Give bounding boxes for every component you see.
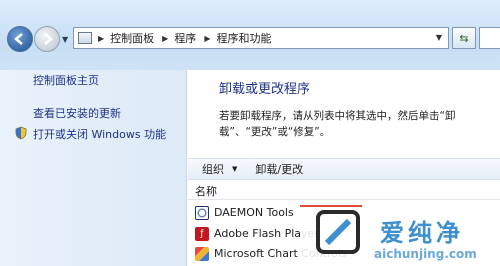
refresh-icon: ⇆: [459, 31, 469, 45]
arrow-left-icon: [14, 33, 23, 45]
breadcrumb-control-panel[interactable]: ▶ 控制面板: [98, 30, 154, 46]
watermark-accent: [300, 205, 362, 207]
control-panel-home-link[interactable]: 控制面板主页: [33, 72, 99, 88]
forward-button[interactable]: [34, 26, 60, 52]
organize-button[interactable]: 组织 ▼: [202, 161, 237, 177]
flash-icon: ƒ: [195, 226, 209, 241]
left-pane: 控制面板主页 查看已安装的更新 打开或关闭 Windows 功能: [0, 70, 187, 266]
address-bar[interactable]: ▶ 控制面板 ▶ 程序 ▶ 程序和功能 ▼: [73, 27, 449, 49]
chart-icon: [195, 246, 209, 261]
search-input[interactable]: [479, 27, 500, 49]
chevron-right-icon: ▶: [204, 33, 211, 43]
daemon-tools-icon: [195, 205, 209, 220]
windows-features-link[interactable]: 打开或关闭 Windows 功能: [33, 126, 166, 142]
command-bar: 组织 ▼ 卸载/更改: [188, 158, 500, 180]
breadcrumb-programs-features[interactable]: ▶ 程序和功能: [204, 30, 271, 46]
address-toolbar: ▼ ▶ 控制面板 ▶ 程序 ▶ 程序和功能 ▼ ⇆: [0, 0, 500, 70]
page-description: 若要卸载程序，请从列表中将其选中，然后单击“卸载”、“更改”或“修复”。: [219, 110, 456, 138]
arrow-right-icon: [44, 33, 53, 45]
watermark-text: 爱纯净: [380, 219, 464, 247]
refresh-button[interactable]: ⇆: [452, 27, 476, 49]
view-installed-updates-link[interactable]: 查看已安装的更新: [33, 105, 121, 121]
control-panel-icon: [78, 32, 92, 44]
uninstall-change-button[interactable]: 卸载/更改: [255, 161, 303, 177]
chevron-right-icon: ▶: [162, 33, 169, 43]
shield-icon: [15, 126, 27, 140]
address-dropdown-icon[interactable]: ▼: [436, 33, 442, 42]
page-title: 卸载或更改程序: [219, 82, 311, 97]
column-header-name[interactable]: 名称: [188, 182, 500, 200]
recent-pages-dropdown-icon[interactable]: ▼: [62, 35, 68, 44]
dropdown-arrow-icon: ▼: [232, 165, 238, 173]
breadcrumb-programs[interactable]: ▶ 程序: [162, 30, 196, 46]
watermark-logo-icon: [316, 210, 360, 254]
chevron-right-icon: ▶: [98, 33, 105, 43]
watermark-url: aichunjing.com: [374, 247, 477, 261]
watermark: 爱纯净 aichunjing.com: [300, 203, 500, 266]
back-button[interactable]: [7, 26, 33, 52]
